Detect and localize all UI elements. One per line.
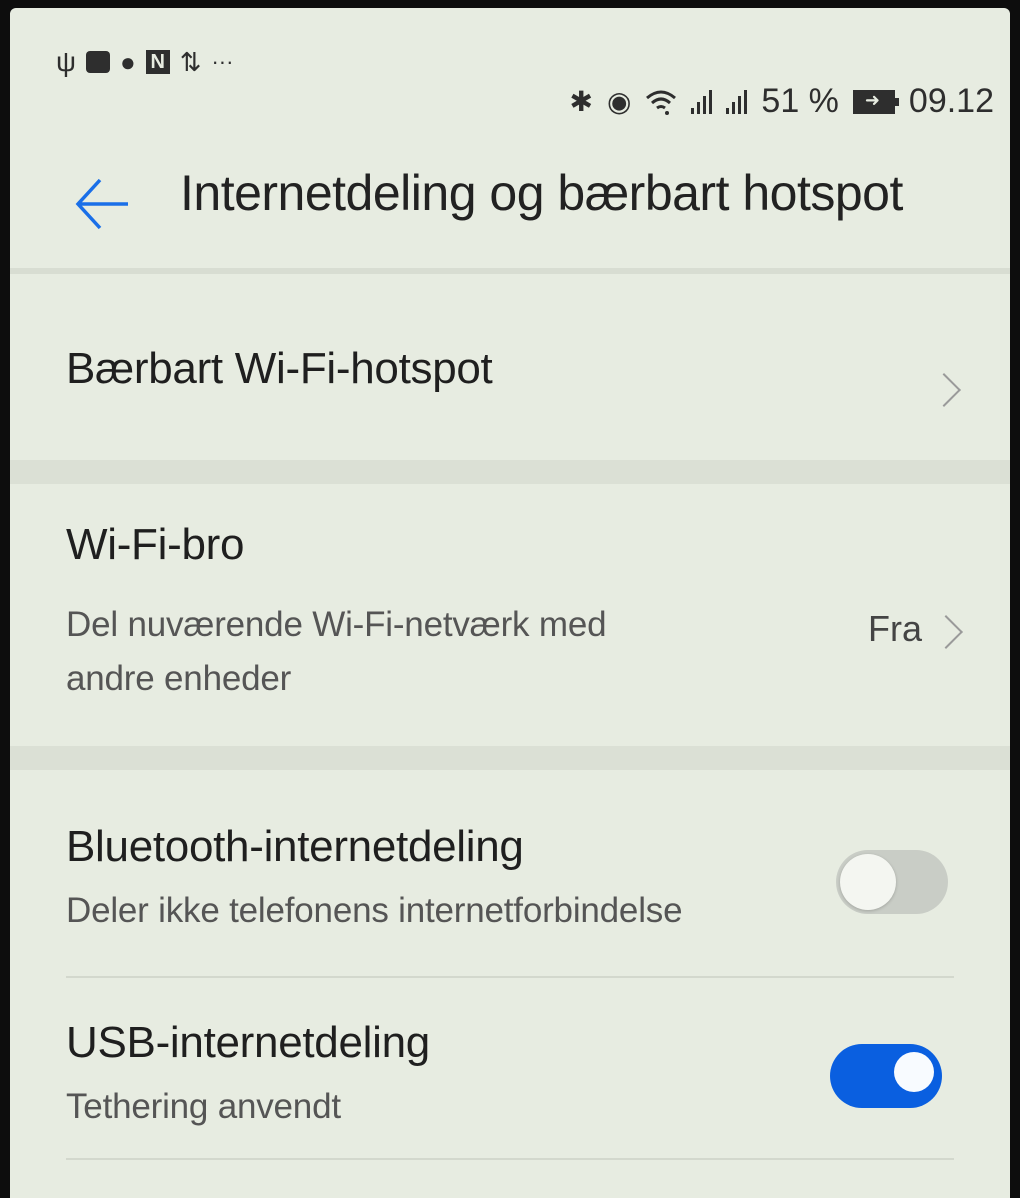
youtube-icon (85, 51, 110, 73)
portable-hotspot-item[interactable]: Bærbart Wi-Fi-hotspot (10, 274, 1010, 460)
more-icon: ··· (211, 49, 234, 74)
app-bar: Internetdeling og bærbart hotspot (10, 158, 1010, 268)
toggle-knob (840, 854, 896, 910)
chevron-right-icon (929, 615, 963, 649)
signal-icon-2 (726, 89, 748, 114)
wifi-bridge-subtitle-line2: andre enheder (66, 659, 292, 698)
notification-icons: ψ ● N ⇅ ··· (56, 46, 234, 77)
usb-tethering-toggle[interactable] (830, 1044, 942, 1108)
phone-screen: ψ ● N ⇅ ··· ✱ ◉ 51 % ➜ 09.12 Internetdel… (10, 8, 1010, 1198)
bluetooth-tethering-item: Bluetooth-internetdeling Deler ikke tele… (10, 770, 1010, 978)
bluetooth-icon: ✱ (569, 85, 593, 117)
facebook-icon: ● (119, 47, 136, 77)
wifi-bridge-item[interactable]: Wi-Fi-bro Del nuværende Wi-Fi-netværk me… (10, 484, 1010, 754)
bluetooth-tethering-subtitle: Deler ikke telefonens internetforbindels… (66, 891, 683, 930)
wifi-bridge-title: Wi-Fi-bro (66, 520, 245, 569)
section-divider (10, 746, 1010, 770)
status-bar: ψ ● N ⇅ ··· ✱ ◉ 51 % ➜ 09.12 (10, 8, 1010, 121)
battery-charging-icon: ➜ (852, 89, 899, 114)
chevron-right-icon (927, 373, 961, 407)
page-title: Internetdeling og bærbart hotspot (180, 165, 903, 221)
clock: 09.12 (908, 82, 994, 120)
data-transfer-icon: ⇅ (179, 47, 202, 77)
signal-icon (691, 89, 713, 114)
n-app-icon: N (145, 50, 170, 74)
bluetooth-tethering-toggle[interactable] (836, 850, 948, 914)
wifi-hotspot-icon (646, 90, 677, 115)
usb-tethering-subtitle: Tethering anvendt (66, 1087, 341, 1126)
back-arrow-icon[interactable] (72, 174, 132, 234)
portable-hotspot-title: Bærbart Wi-Fi-hotspot (66, 344, 493, 393)
eye-comfort-icon: ◉ (606, 85, 632, 117)
system-icons: ✱ ◉ 51 % ➜ 09.12 (570, 82, 995, 121)
wifi-bridge-status: Fra (868, 608, 922, 649)
usb-tethering-title: USB-internetdeling (66, 1018, 430, 1067)
toggle-knob (894, 1052, 934, 1092)
usb-icon: ψ (56, 46, 76, 77)
battery-percent: 51 % (761, 82, 839, 120)
usb-tethering-item: USB-internetdeling Tethering anvendt (10, 978, 1010, 1158)
section-divider (10, 460, 1010, 484)
bluetooth-tethering-title: Bluetooth-internetdeling (66, 822, 524, 871)
wifi-bridge-subtitle-line1: Del nuværende Wi-Fi-netværk med (66, 605, 607, 644)
row-divider (66, 1158, 954, 1160)
